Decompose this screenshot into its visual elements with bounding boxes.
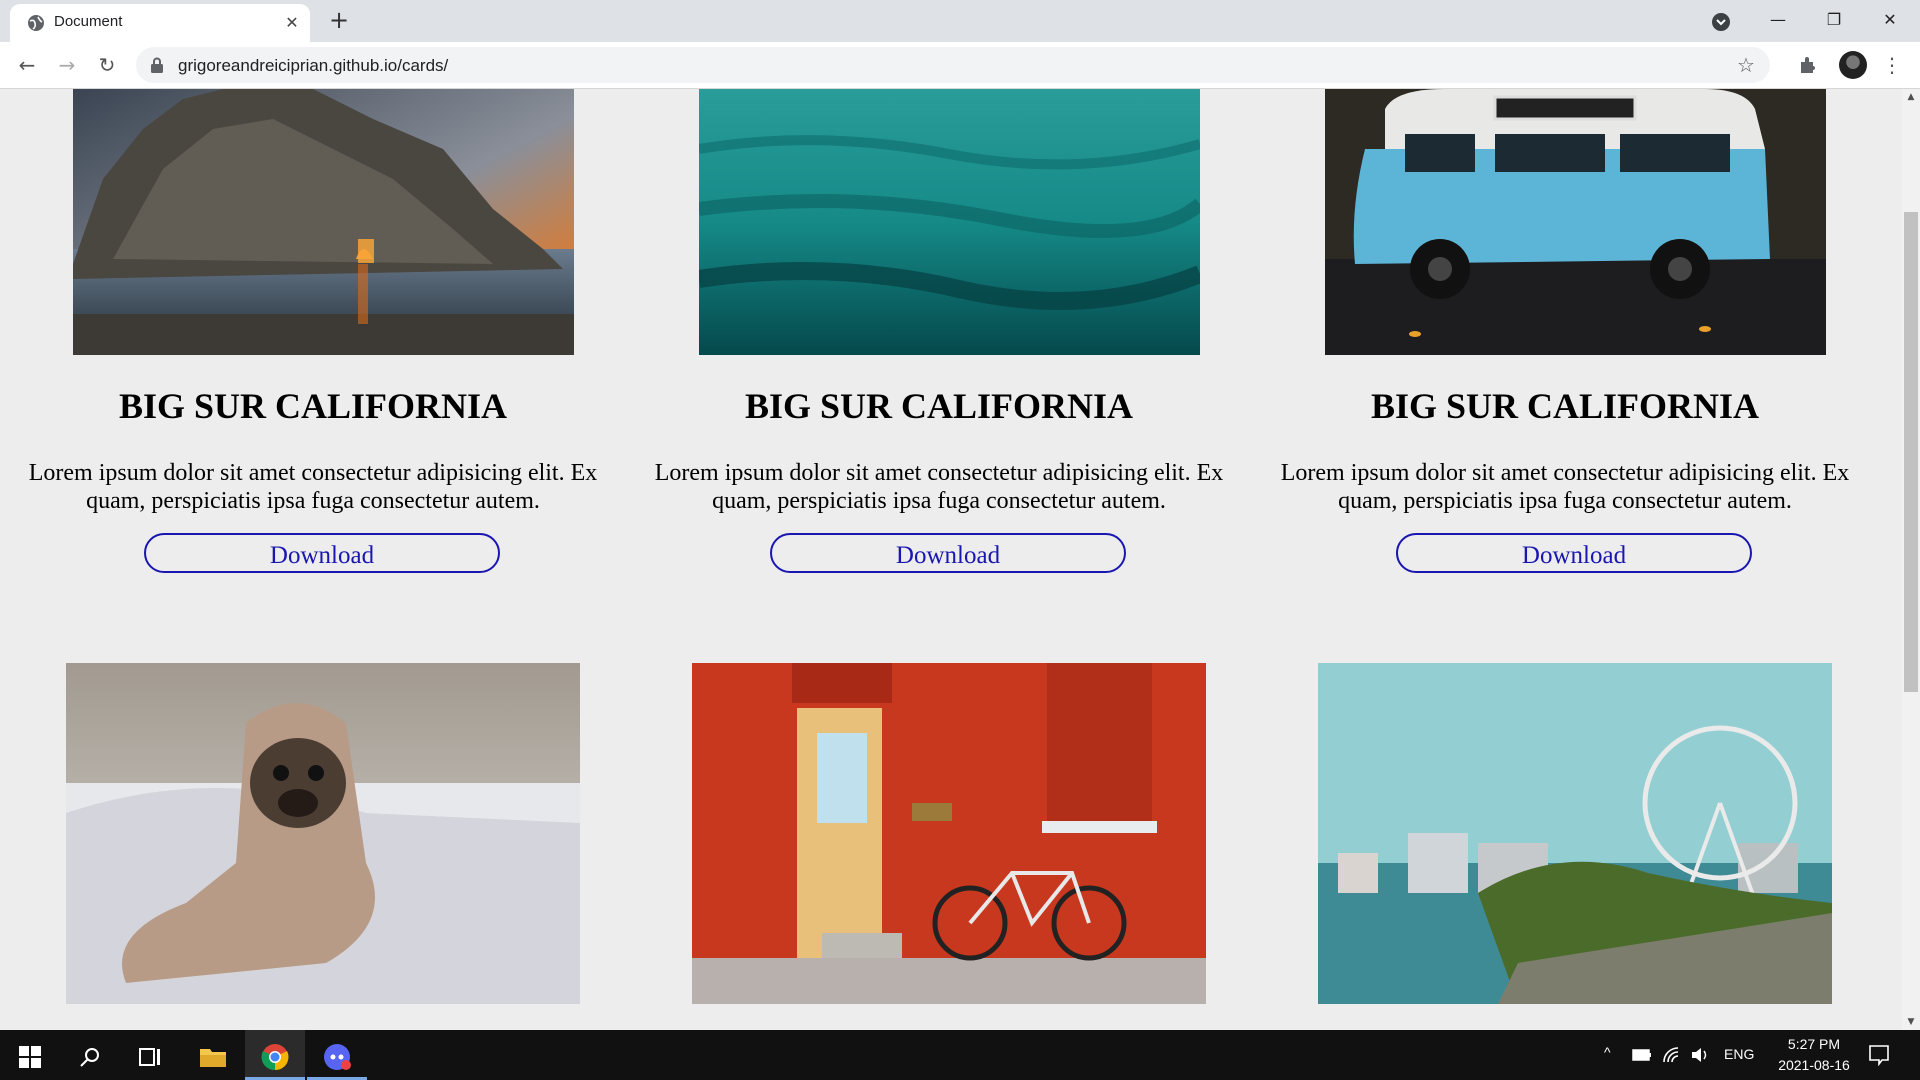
search-icon[interactable]	[60, 1030, 120, 1080]
page-viewport: BIG SUR CALIFORNIA Lorem ipsum dolor sit…	[0, 89, 1902, 1030]
download-button[interactable]: Download	[144, 533, 500, 573]
ferris-wheel-image	[1318, 663, 1832, 1004]
scroll-up-arrow-icon[interactable]: ▲	[1902, 89, 1920, 105]
red-wall-bicycle-image	[692, 663, 1206, 1004]
task-view-icon[interactable]	[120, 1030, 180, 1080]
teal-ocean-image	[699, 89, 1200, 355]
profile-avatar[interactable]	[1839, 51, 1867, 79]
new-tab-button[interactable]: +	[325, 7, 353, 35]
card-title: BIG SUR CALIFORNIA	[744, 386, 1134, 426]
blue-van-image	[1325, 89, 1826, 355]
windows-taskbar: ^ ENG 5:27 PM 2021-08-16	[0, 1030, 1920, 1080]
card-image-pug	[66, 663, 580, 1004]
page-scrollbar[interactable]: ▲ ▼	[1902, 89, 1920, 1030]
download-button[interactable]: Download	[1396, 533, 1752, 573]
pug-blanket-image	[66, 663, 580, 1004]
reload-icon[interactable]: ↻	[92, 50, 122, 80]
volume-icon[interactable]	[1690, 1046, 1710, 1064]
card-image-red-wall	[692, 663, 1206, 1004]
language-indicator[interactable]: ENG	[1724, 1046, 1754, 1062]
card-image-ocean	[699, 89, 1200, 355]
tab-close-icon[interactable]: ✕	[280, 11, 304, 35]
messaging-app-icon[interactable]	[307, 1030, 367, 1080]
browser-toolbar: ← → ↻ grigoreandreiciprian.github.io/car…	[0, 42, 1920, 89]
tab-strip: Document ✕ + — ❐ ✕	[0, 0, 1920, 42]
file-explorer-icon[interactable]	[183, 1030, 243, 1080]
card-description: Lorem ipsum dolor sit amet consectetur a…	[28, 460, 598, 514]
card-title: BIG SUR CALIFORNIA	[118, 386, 508, 426]
scroll-down-arrow-icon[interactable]: ▼	[1902, 1014, 1920, 1030]
card-image-coastal-rock	[73, 89, 574, 355]
card-title: BIG SUR CALIFORNIA	[1370, 386, 1760, 426]
notifications-icon[interactable]	[1868, 1044, 1890, 1066]
back-arrow-icon[interactable]: ←	[12, 50, 42, 80]
forward-arrow-icon[interactable]: →	[52, 50, 82, 80]
windows-start-icon[interactable]	[0, 1030, 60, 1080]
card-image-ferris-wheel	[1318, 663, 1832, 1004]
bookmark-star-icon[interactable]: ☆	[1732, 51, 1760, 79]
tab-search-icon[interactable]	[1708, 9, 1734, 35]
wifi-icon[interactable]	[1662, 1046, 1680, 1064]
card-description: Lorem ipsum dolor sit amet consectetur a…	[654, 460, 1224, 514]
tray-chevron-icon[interactable]: ^	[1604, 1044, 1611, 1060]
coastal-rock-image	[73, 89, 574, 355]
card: BIG SUR CALIFORNIA Lorem ipsum dolor sit…	[1252, 89, 1878, 589]
card-image-van	[1325, 89, 1826, 355]
tab-document[interactable]: Document ✕	[10, 4, 310, 42]
globe-icon	[28, 15, 44, 31]
extensions-puzzle-icon[interactable]	[1798, 54, 1820, 76]
url-text: grigoreandreiciprian.github.io/cards/	[178, 56, 449, 75]
address-bar[interactable]: grigoreandreiciprian.github.io/cards/ ☆	[136, 47, 1770, 83]
card: BIG SUR CALIFORNIA Lorem ipsum dolor sit…	[626, 89, 1252, 589]
close-window-button[interactable]: ✕	[1862, 0, 1918, 40]
tab-title: Document	[54, 13, 123, 30]
minimize-button[interactable]: —	[1750, 0, 1806, 40]
scroll-thumb[interactable]	[1904, 212, 1918, 692]
card: BIG SUR CALIFORNIA Lorem ipsum dolor sit…	[0, 89, 626, 589]
battery-icon[interactable]	[1632, 1048, 1652, 1062]
clock-date[interactable]: 2021-08-16	[1770, 1057, 1858, 1073]
clock-time[interactable]: 5:27 PM	[1778, 1036, 1850, 1052]
browser-menu-icon[interactable]: ⋮	[1880, 50, 1904, 80]
restore-button[interactable]: ❐	[1806, 0, 1862, 40]
card-description: Lorem ipsum dolor sit amet consectetur a…	[1280, 460, 1850, 514]
download-button[interactable]: Download	[770, 533, 1126, 573]
chrome-icon[interactable]	[245, 1030, 305, 1080]
lock-icon	[151, 57, 163, 73]
